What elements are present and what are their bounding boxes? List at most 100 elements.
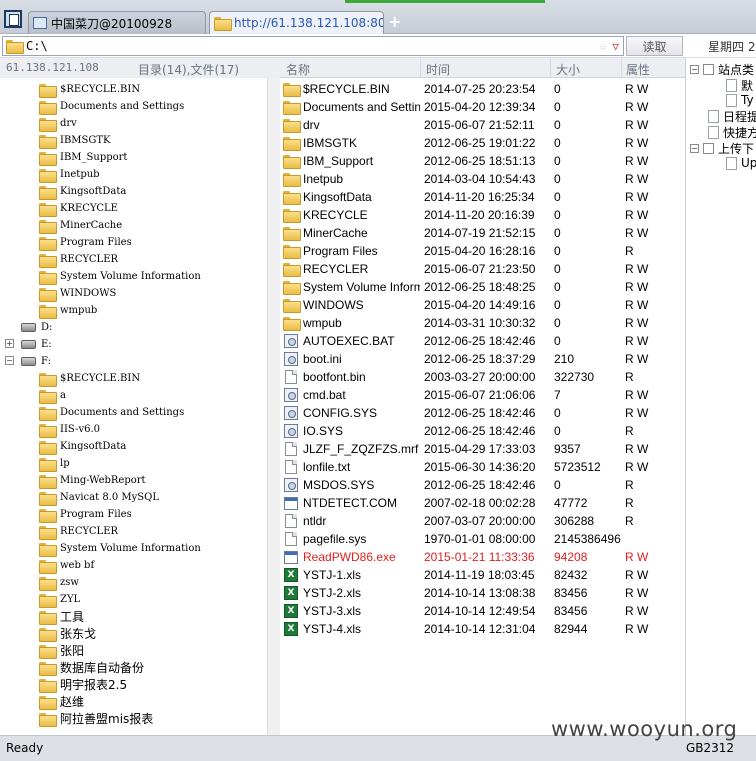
file-name: IBM_Support bbox=[303, 154, 374, 168]
tab-remote-shell[interactable]: http://61.138.121.108:8044/... bbox=[209, 11, 384, 34]
collapse-icon[interactable]: − bbox=[690, 65, 699, 74]
file-row[interactable]: ReadPWD86.exe 2015-01-21 11:33:36 94208 R W bbox=[280, 548, 685, 566]
column-name[interactable]: 名称 bbox=[286, 61, 310, 78]
column-divider[interactable] bbox=[550, 58, 551, 78]
file-row[interactable]: $RECYCLE.BIN 2014-07-25 20:23:54 0 R W bbox=[280, 80, 685, 98]
tree-folder-item[interactable]: RECYCLER bbox=[39, 251, 118, 268]
tree-folder-item[interactable]: 数据库自动备份 bbox=[39, 659, 144, 676]
star-icon[interactable]: ☆ bbox=[599, 39, 606, 53]
tree-folder-item[interactable]: $RECYCLE.BIN bbox=[39, 370, 140, 387]
tree-folder-item[interactable]: ZYL bbox=[39, 591, 80, 608]
tree-folder-item[interactable]: 张阳 bbox=[39, 642, 84, 659]
tree-folder-item[interactable]: zsw bbox=[39, 574, 79, 591]
file-row[interactable]: pagefile.sys 1970-01-01 08:00:00 214538649… bbox=[280, 530, 685, 548]
file-row[interactable]: IBM_Support 2012-06-25 18:51:13 0 R W bbox=[280, 152, 685, 170]
tree-folder-item[interactable]: Documents and Settings bbox=[39, 404, 184, 421]
site-tree-item[interactable]: Ty bbox=[726, 93, 754, 107]
tree-scrollbar[interactable] bbox=[267, 78, 280, 735]
tree-drive-item[interactable]: + E: bbox=[5, 336, 52, 353]
file-row[interactable]: NTDETECT.COM 2007-02-18 00:02:28 47772 R bbox=[280, 494, 685, 512]
file-row[interactable]: X YSTJ-2.xls 2014-10-14 13:08:38 83456 R W bbox=[280, 584, 685, 602]
file-row[interactable]: KRECYCLE 2014-11-20 20:16:39 0 R W bbox=[280, 206, 685, 224]
tree-folder-item[interactable]: 张东戈 bbox=[39, 625, 96, 642]
expand-icon[interactable]: + bbox=[5, 339, 14, 348]
tree-item-label: 阿拉善盟mis报表 bbox=[60, 712, 154, 726]
tree-folder-item[interactable]: 工具 bbox=[39, 608, 84, 625]
chevron-down-icon[interactable]: ▽ bbox=[612, 40, 619, 53]
file-row[interactable]: Inetpub 2014-03-04 10:54:43 0 R W bbox=[280, 170, 685, 188]
column-divider[interactable] bbox=[420, 58, 421, 78]
tree-folder-item[interactable]: Program Files bbox=[39, 234, 132, 251]
site-tree-item[interactable]: 日程提 bbox=[708, 108, 756, 125]
tree-folder-item[interactable]: wmpub bbox=[39, 302, 97, 319]
file-row[interactable]: MinerCache 2014-07-19 21:52:15 0 R W bbox=[280, 224, 685, 242]
tree-item-label: Navicat 8.0 MySQL bbox=[60, 492, 159, 503]
file-row[interactable]: IO.SYS 2012-06-25 18:42:46 0 R bbox=[280, 422, 685, 440]
file-time: 2015-01-21 11:33:36 bbox=[424, 550, 535, 564]
column-time[interactable]: 时间 bbox=[426, 61, 450, 78]
read-button[interactable]: 读取 bbox=[626, 36, 683, 56]
collapse-icon[interactable]: − bbox=[5, 356, 14, 365]
tree-folder-item[interactable]: 赵维 bbox=[39, 693, 84, 710]
file-row[interactable]: lonfile.txt 2015-06-30 14:36:20 5723512 R W bbox=[280, 458, 685, 476]
tree-folder-item[interactable]: Documents and Settings bbox=[39, 98, 184, 115]
site-tree-item[interactable]: − 上传下 bbox=[690, 140, 754, 157]
tree-folder-item[interactable]: web bf bbox=[39, 557, 94, 574]
path-input[interactable]: C:\ ☆ ▽ bbox=[2, 36, 624, 56]
tree-folder-item[interactable]: KRECYCLE bbox=[39, 200, 118, 217]
tree-folder-item[interactable]: WINDOWS bbox=[39, 285, 116, 302]
file-row[interactable]: boot.ini 2012-06-25 18:37:29 210 R W bbox=[280, 350, 685, 368]
file-row[interactable]: IBMSGTK 2012-06-25 19:01:22 0 R W bbox=[280, 134, 685, 152]
tree-folder-item[interactable]: $RECYCLE.BIN bbox=[39, 81, 140, 98]
tree-folder-item[interactable]: Program Files bbox=[39, 506, 132, 523]
tree-folder-item[interactable]: Navicat 8.0 MySQL bbox=[39, 489, 159, 506]
tree-folder-item[interactable]: 阿拉善盟mis报表 bbox=[39, 710, 153, 727]
tree-folder-item[interactable]: IIS-v6.0 bbox=[39, 421, 100, 438]
tree-folder-item[interactable]: Inetpub bbox=[39, 166, 100, 183]
tree-folder-item[interactable]: IBM_Support bbox=[39, 149, 127, 166]
file-row[interactable]: cmd.bat 2015-06-07 21:06:06 7 R W bbox=[280, 386, 685, 404]
tree-folder-item[interactable]: IBMSGTK bbox=[39, 132, 111, 149]
file-row[interactable]: JLZF_F_ZQZFZS.mrf 2015-04-29 17:33:03 9357… bbox=[280, 440, 685, 458]
tree-drive-item[interactable]: D: bbox=[21, 319, 52, 336]
file-row[interactable]: Program Files 2015-04-20 16:28:16 0 R bbox=[280, 242, 685, 260]
site-tree-item[interactable]: 默 bbox=[726, 77, 753, 94]
site-tree-item[interactable]: − 站点类 bbox=[690, 61, 754, 78]
file-row[interactable]: RECYCLER 2015-06-07 21:23:50 0 R W bbox=[280, 260, 685, 278]
file-row[interactable]: Documents and Settings 2015-04-20 12:39:3… bbox=[280, 98, 685, 116]
file-row[interactable]: wmpub 2014-03-31 10:30:32 0 R W bbox=[280, 314, 685, 332]
column-size[interactable]: 大小 bbox=[556, 61, 580, 78]
tree-folder-item[interactable]: MinerCache bbox=[39, 217, 122, 234]
site-tree-item[interactable]: 快捷方 bbox=[708, 124, 756, 141]
file-row[interactable]: drv 2015-06-07 21:52:11 0 R W bbox=[280, 116, 685, 134]
file-row[interactable]: ntldr 2007-03-07 20:00:00 306288 R bbox=[280, 512, 685, 530]
tree-folder-item[interactable]: Ming-WebReport bbox=[39, 472, 146, 489]
tree-folder-item[interactable]: drv bbox=[39, 115, 77, 132]
column-divider[interactable] bbox=[621, 58, 622, 78]
tree-folder-item[interactable]: KingsoftData bbox=[39, 183, 126, 200]
file-row[interactable]: System Volume Inform... 2012-06-25 18:48:… bbox=[280, 278, 685, 296]
tree-drive-item[interactable]: − F: bbox=[5, 353, 51, 370]
file-row[interactable]: WINDOWS 2015-04-20 14:49:16 0 R W bbox=[280, 296, 685, 314]
tree-folder-item[interactable]: lp bbox=[39, 455, 70, 472]
tab-caidao[interactable]: 中国菜刀@20100928 bbox=[28, 11, 206, 34]
file-row[interactable]: AUTOEXEC.BAT 2012-06-25 18:42:46 0 R W bbox=[280, 332, 685, 350]
tree-folder-item[interactable]: a bbox=[39, 387, 66, 404]
file-row[interactable]: MSDOS.SYS 2012-06-25 18:42:46 0 R bbox=[280, 476, 685, 494]
new-tab-button[interactable]: + bbox=[388, 12, 401, 31]
file-row[interactable]: X YSTJ-3.xls 2014-10-14 12:49:54 83456 R W bbox=[280, 602, 685, 620]
file-row[interactable]: bootfont.bin 2003-03-27 20:00:00 322730 R bbox=[280, 368, 685, 386]
site-tree-item[interactable]: Up bbox=[726, 156, 756, 170]
file-row[interactable]: CONFIG.SYS 2012-06-25 18:42:46 0 R W bbox=[280, 404, 685, 422]
tree-folder-item[interactable]: RECYCLER bbox=[39, 523, 118, 540]
tree-folder-item[interactable]: System Volume Information bbox=[39, 268, 201, 285]
tree-folder-item[interactable]: KingsoftData bbox=[39, 438, 126, 455]
tree-folder-item[interactable]: 明宇报表2.5 bbox=[39, 676, 127, 693]
app-icon[interactable] bbox=[4, 10, 22, 28]
collapse-icon[interactable]: − bbox=[690, 144, 699, 153]
file-row[interactable]: X YSTJ-1.xls 2014-11-19 18:03:45 82432 R W bbox=[280, 566, 685, 584]
tree-folder-item[interactable]: System Volume Information bbox=[39, 540, 201, 557]
file-row[interactable]: X YSTJ-4.xls 2014-10-14 12:31:04 82944 R W bbox=[280, 620, 685, 638]
file-row[interactable]: KingsoftData 2014-11-20 16:25:34 0 R W bbox=[280, 188, 685, 206]
column-attr[interactable]: 属性 bbox=[626, 61, 650, 78]
